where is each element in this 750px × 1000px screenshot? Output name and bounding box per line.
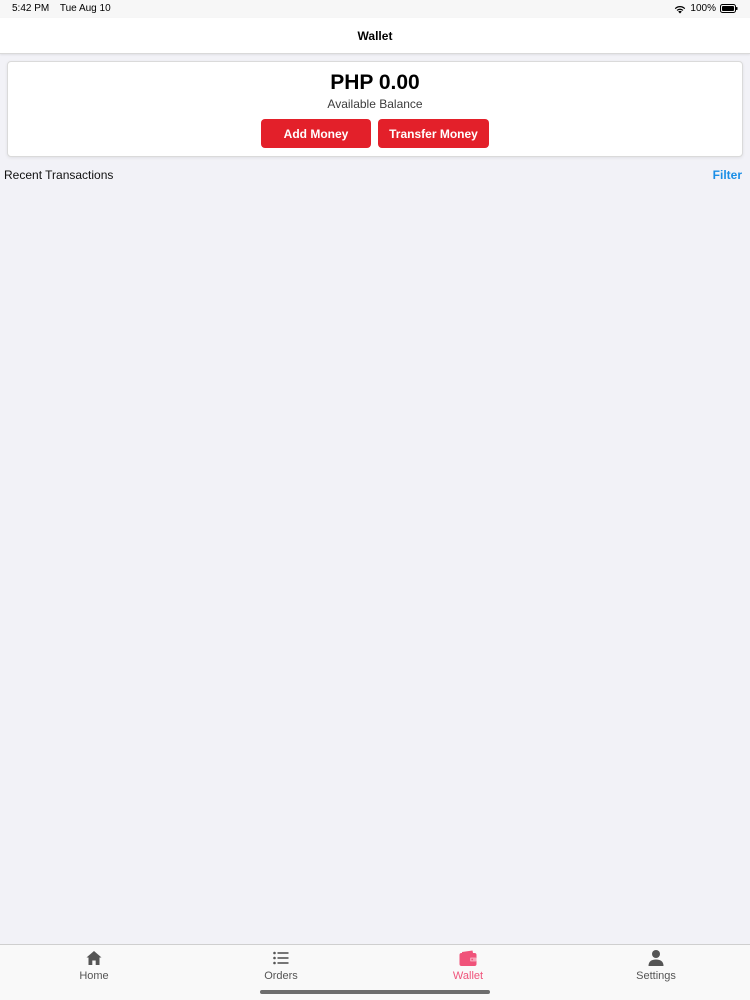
transactions-list[interactable] bbox=[0, 188, 750, 943]
balance-card: PHP 0.00 Available Balance Add Money Tra… bbox=[7, 61, 743, 157]
wallet-icon bbox=[459, 950, 477, 966]
transfer-money-button[interactable]: Transfer Money bbox=[378, 119, 489, 148]
status-date: Tue Aug 10 bbox=[59, 3, 111, 14]
status-time: 5:42 PM bbox=[12, 3, 50, 14]
page-title: Wallet bbox=[357, 29, 393, 43]
tab-settings[interactable]: Settings bbox=[596, 949, 716, 989]
tab-orders[interactable]: Orders bbox=[221, 949, 341, 989]
status-right: 100% bbox=[674, 3, 738, 14]
tab-wallet[interactable]: Wallet bbox=[408, 949, 528, 989]
home-icon bbox=[86, 951, 102, 965]
balance-actions: Add Money Transfer Money bbox=[8, 119, 742, 148]
nav-header: Wallet bbox=[0, 18, 750, 54]
balance-label: Available Balance bbox=[327, 97, 423, 111]
tab-home[interactable]: Home bbox=[34, 949, 154, 989]
tab-wallet-label: Wallet bbox=[452, 970, 484, 982]
balance-amount: PHP 0.00 bbox=[330, 71, 420, 94]
tab-orders-label: Orders bbox=[264, 970, 298, 982]
filter-button[interactable]: Filter bbox=[713, 168, 742, 182]
status-left: 5:42 PM Tue Aug 10 bbox=[12, 3, 119, 14]
status-bar: 5:42 PM Tue Aug 10 100% bbox=[0, 0, 750, 18]
person-icon bbox=[648, 950, 664, 966]
battery-percent: 100% bbox=[690, 3, 716, 14]
tab-home-label: Home bbox=[79, 970, 109, 982]
list-icon bbox=[273, 951, 289, 965]
add-money-button[interactable]: Add Money bbox=[261, 119, 371, 148]
wifi-icon bbox=[675, 5, 686, 13]
tab-settings-label: Settings bbox=[636, 970, 676, 982]
wallet-screen: 5:42 PM Tue Aug 10 100% Wallet PHP 0.00 … bbox=[0, 0, 750, 1000]
recent-transactions-title: Recent Transactions bbox=[4, 168, 114, 182]
battery-icon bbox=[720, 4, 738, 13]
home-indicator bbox=[260, 990, 490, 994]
